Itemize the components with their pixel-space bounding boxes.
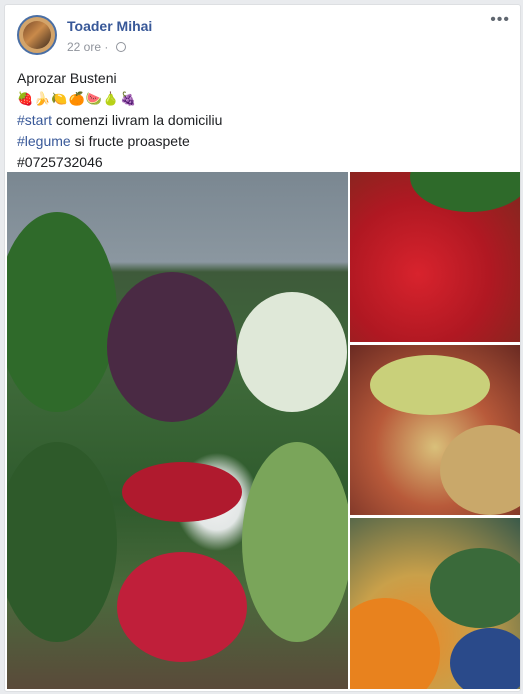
timestamp[interactable]: 22 ore [67, 40, 101, 54]
post-text: Aprozar Busteni 🍓🍌🍋🍊🍉🍐🍇 #start comenzi l… [17, 68, 222, 173]
green-apples [370, 355, 490, 415]
photo-market-stall[interactable] [350, 518, 520, 689]
blue-crates [450, 628, 520, 689]
post-title: Aprozar Busteni [17, 70, 117, 86]
radishes-top [122, 462, 242, 522]
oranges [350, 598, 440, 689]
post-line-legume-text: si fructe proaspete [70, 133, 190, 149]
green-onions [242, 442, 348, 642]
author-name[interactable]: Toader Mihai [67, 18, 152, 34]
photo-strawberries[interactable] [350, 172, 520, 342]
greens-corner [410, 172, 520, 212]
purple-basil [107, 272, 237, 422]
spinach-leaves [7, 212, 117, 412]
meta-separator: · [104, 40, 109, 54]
photo-vegetables[interactable] [7, 172, 348, 689]
post-line-legume: #legume si fructe proaspete [17, 131, 222, 152]
hashtag-legume[interactable]: #legume [17, 133, 71, 149]
herbs [7, 442, 117, 642]
post-phone: #0725732046 [17, 154, 103, 170]
stall-vegetables [430, 548, 520, 628]
radishes-bottom [117, 552, 247, 662]
fruit-emoji-row: 🍓🍌🍋🍊🍉🍐🍇 [17, 92, 138, 107]
post-line-start: #start comenzi livram la domiciliu [17, 110, 222, 131]
lettuce-heads [237, 292, 347, 412]
more-options-icon[interactable]: ••• [490, 11, 510, 29]
globe-icon [115, 42, 126, 52]
post-card: Toader Mihai 22 ore · ••• Aprozar Busten… [4, 4, 521, 692]
avatar[interactable] [17, 15, 57, 55]
pears [440, 425, 520, 515]
post-meta: 22 ore · [67, 40, 126, 54]
hashtag-start[interactable]: #start [17, 112, 52, 128]
photo-apples-pears[interactable] [350, 345, 520, 515]
post-line-start-text: comenzi livram la domiciliu [52, 112, 223, 128]
